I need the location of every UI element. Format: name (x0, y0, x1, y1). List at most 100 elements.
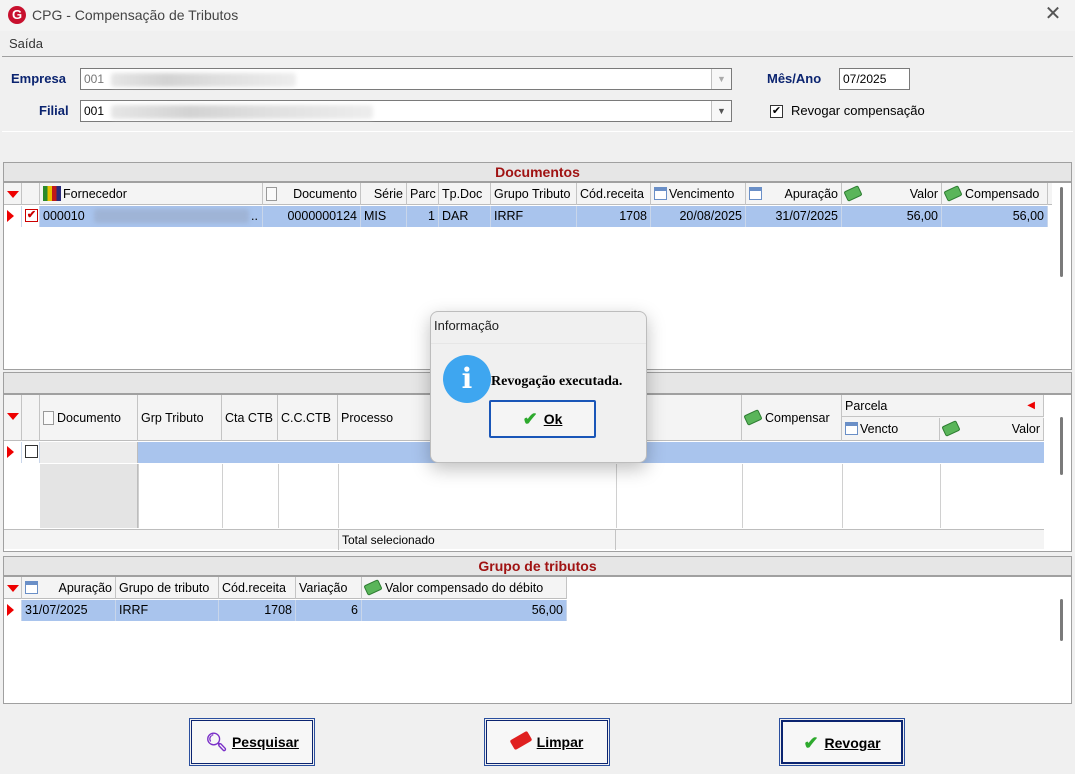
row-checkbox-cell[interactable] (22, 442, 40, 463)
empresa-value: 001 (84, 72, 105, 86)
col-apuracao[interactable]: Apuração (746, 183, 842, 205)
totals-row: Total selecionado (4, 529, 1044, 550)
empresa-label: Empresa (11, 71, 66, 86)
col-parcela[interactable]: Parcela ◀ (842, 395, 1044, 417)
col-vencimento[interactable]: Vencimento (651, 183, 746, 205)
calendar-icon (654, 187, 667, 200)
col-documento[interactable]: Documento (40, 395, 138, 441)
document-icon (266, 187, 277, 201)
filter-column[interactable] (4, 395, 22, 441)
filial-label: Filial (39, 103, 69, 118)
col-grp-tributo[interactable]: Grp Tributo (138, 395, 222, 441)
row-checkbox-cell[interactable]: ✔ (22, 206, 40, 227)
calendar-icon (25, 581, 38, 594)
col-cod-receita[interactable]: Cód.receita (219, 577, 296, 599)
col-parcela-vencto[interactable]: Vencto (842, 418, 940, 440)
row-pointer-icon (7, 210, 14, 222)
grupo-header: Apuração Grupo de tributo Cód.receita Va… (4, 577, 567, 599)
col-tpdoc[interactable]: Tp.Doc (439, 183, 491, 205)
menu-item-saida[interactable]: Saída (9, 36, 43, 51)
revogar-checkbox[interactable]: ✔ (770, 105, 783, 118)
grupo-scrollbar[interactable] (1060, 599, 1063, 641)
col-divider (278, 464, 279, 528)
col-cod-receita[interactable]: Cód.receita (577, 183, 651, 205)
table-row[interactable]: ✔ 000010.. 0000000124 MIS 1 DAR IRRF 170… (4, 206, 1048, 227)
col-cta-ctb[interactable]: Cta CTB (222, 395, 278, 441)
cell-documento (40, 442, 138, 463)
cell-apuracao: 31/07/2025 (22, 600, 116, 621)
check-column (22, 395, 40, 441)
col-cc-ctb[interactable]: C.C.CTB (278, 395, 338, 441)
col-serie[interactable]: Série (361, 183, 407, 205)
filter-column[interactable] (4, 183, 22, 205)
mes-ano-input[interactable]: 07/2025 (839, 68, 910, 90)
grupo-grid[interactable]: Apuração Grupo de tributo Cód.receita Va… (3, 576, 1072, 704)
fornecedor-icon (43, 186, 61, 201)
filial-value: 001 (84, 104, 105, 118)
row-checkbox[interactable]: ✔ (25, 209, 38, 222)
money-icon (843, 185, 863, 202)
col-documento[interactable]: Documento (263, 183, 361, 205)
col-valor-compensado[interactable]: Valor compensado do débito (362, 577, 567, 599)
close-icon[interactable]: ✕ (1040, 3, 1066, 27)
ok-button[interactable]: ✔ Ok (489, 400, 596, 438)
limpar-button[interactable]: Limpar (484, 718, 610, 766)
cell-serie: MIS (361, 206, 407, 227)
cell-grupo: IRRF (116, 600, 219, 621)
documentos-scrollbar[interactable] (1060, 187, 1063, 277)
chevron-down-icon[interactable]: ▼ (711, 101, 731, 121)
row-indicator (4, 442, 22, 463)
revogar-button[interactable]: ✔ Revogar (779, 718, 905, 766)
col-parcela-valor[interactable]: Valor (940, 418, 1044, 440)
filter-column[interactable] (4, 577, 22, 599)
calendar-icon (845, 422, 858, 435)
cell-documento: 0000000124 (263, 206, 361, 227)
collapse-arrow-icon[interactable]: ◀ (1027, 395, 1035, 416)
dialog-message: Revogação executada. (491, 374, 623, 389)
fornecedor-name-redacted (94, 209, 249, 223)
eraser-icon (509, 730, 533, 751)
cell-vencimento: 20/08/2025 (651, 206, 746, 227)
col-parc[interactable]: Parc (407, 183, 439, 205)
cell-cod-receita: 1708 (219, 600, 296, 621)
col-variacao[interactable]: Variação (296, 577, 362, 599)
calendar-icon (749, 187, 762, 200)
col-grupo-tributo[interactable]: Grupo de tributo (116, 577, 219, 599)
col-grupo-tributo[interactable]: Grupo Tributo (491, 183, 577, 205)
app-logo-icon: G (8, 6, 26, 24)
cell-tpdoc: DAR (439, 206, 491, 227)
pesquisar-button[interactable]: 🔍︎ Pesquisar (189, 718, 315, 766)
filter-arrow-icon (7, 413, 19, 420)
cell-valor-compensado: 56,00 (362, 600, 567, 621)
cell-fornecedor: 000010.. (40, 206, 263, 227)
search-icon: 🔍︎ (205, 732, 228, 752)
check-icon: ✔ (522, 409, 538, 429)
creditos-scrollbar[interactable] (1060, 417, 1063, 475)
col-fornecedor[interactable]: Fornecedor (40, 183, 263, 205)
grupo-title: Grupo de tributos (3, 556, 1072, 576)
col-compensado[interactable]: Compensado (942, 183, 1048, 205)
title-bar: G CPG - Compensação de Tributos ✕ (0, 0, 1075, 31)
filial-name-redacted (111, 105, 373, 119)
documentos-title: Documentos (3, 162, 1072, 182)
col-valor[interactable]: Valor (842, 183, 942, 205)
table-row[interactable]: 31/07/2025 IRRF 1708 6 56,00 (4, 600, 567, 621)
cell-parc: 1 (407, 206, 439, 227)
empresa-name-redacted (111, 73, 296, 87)
cell-valor: 56,00 (842, 206, 942, 227)
empresa-combo[interactable]: 001 ▼ (80, 68, 732, 90)
chevron-down-icon[interactable]: ▼ (711, 69, 731, 89)
filial-combo[interactable]: 001 ▼ (80, 100, 732, 122)
cell-variacao: 6 (296, 600, 362, 621)
row-checkbox[interactable] (25, 445, 38, 458)
document-icon (43, 411, 54, 425)
filter-arrow-icon (7, 585, 19, 592)
filter-arrow-icon (7, 191, 19, 198)
check-icon: ✔ (803, 733, 819, 753)
col-compensar[interactable]: Compensar (742, 395, 842, 441)
col-apuracao[interactable]: Apuração (22, 577, 116, 599)
empty-cell (40, 464, 138, 528)
col-divider (222, 464, 223, 528)
filter-panel: Empresa 001 ▼ Filial 001 ▼ Mês/Ano 07/20… (2, 56, 1073, 132)
col-divider (842, 464, 843, 528)
